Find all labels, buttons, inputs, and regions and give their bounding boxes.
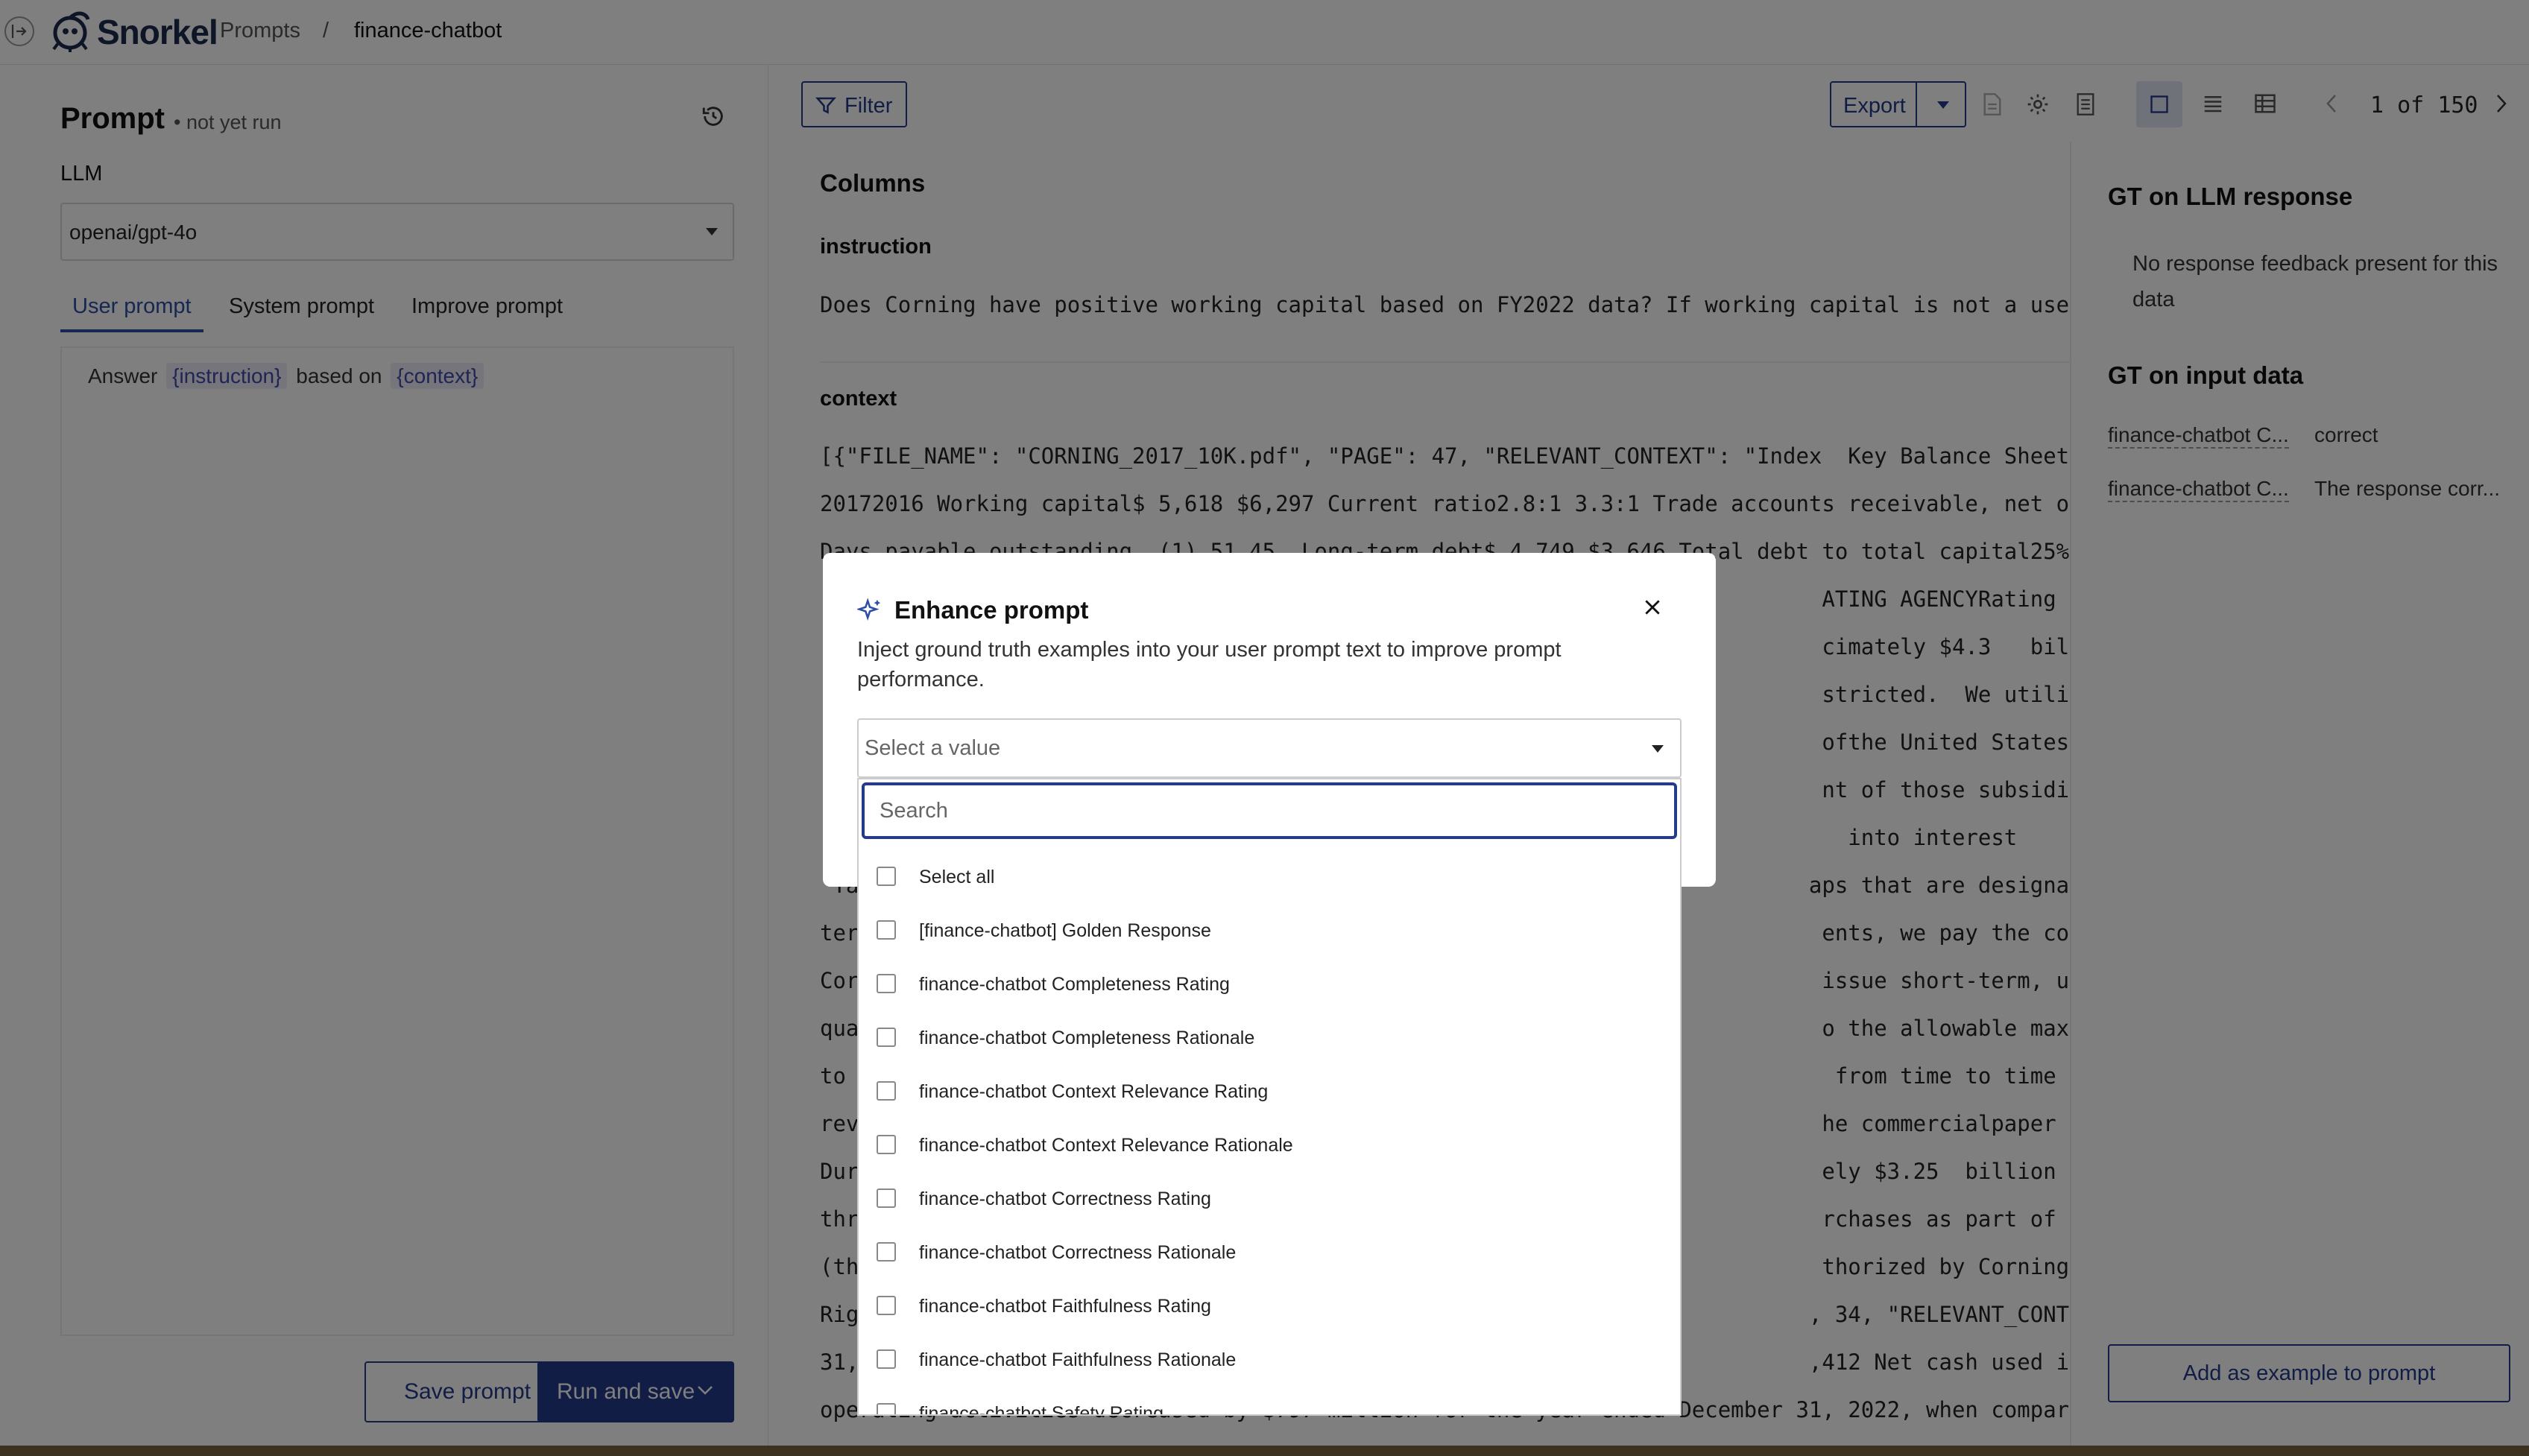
option-item[interactable]: finance-chatbot Correctness Rationale	[859, 1225, 1679, 1279]
option-item[interactable]: [finance-chatbot] Golden Response	[859, 903, 1679, 957]
option-item[interactable]: finance-chatbot Completeness Rationale	[859, 1010, 1679, 1064]
checkbox[interactable]	[877, 974, 896, 993]
option-label: finance-chatbot Context Relevance Ration…	[919, 1135, 1293, 1156]
checkbox[interactable]	[877, 920, 896, 940]
caret-down-icon	[1652, 745, 1664, 753]
close-icon[interactable]	[1643, 598, 1662, 617]
option-select-all[interactable]: Select all	[859, 849, 1679, 903]
checkbox[interactable]	[877, 1403, 896, 1414]
option-item[interactable]: finance-chatbot Safety Rating	[859, 1386, 1679, 1416]
checkbox[interactable]	[877, 1242, 896, 1262]
option-item[interactable]: finance-chatbot Context Relevance Ration…	[859, 1118, 1679, 1171]
option-label: finance-chatbot Completeness Rating	[919, 974, 1230, 995]
value-select[interactable]: Select a value	[857, 718, 1682, 778]
option-label: finance-chatbot Completeness Rationale	[919, 1028, 1255, 1048]
option-label: [finance-chatbot] Golden Response	[919, 920, 1211, 941]
option-item[interactable]: finance-chatbot Faithfulness Rating	[859, 1279, 1679, 1332]
checkbox[interactable]	[877, 1081, 896, 1101]
checkbox[interactable]	[877, 1188, 896, 1208]
option-label: finance-chatbot Context Relevance Rating	[919, 1081, 1269, 1102]
dialog-description: Inject ground truth examples into your u…	[857, 638, 1562, 691]
value-select-placeholder: Select a value	[865, 736, 1001, 760]
checkbox[interactable]	[877, 1135, 896, 1154]
option-item[interactable]: finance-chatbot Correctness Rating	[859, 1171, 1679, 1225]
option-label: finance-chatbot Correctness Rationale	[919, 1242, 1237, 1263]
background-strip	[0, 1446, 2529, 1456]
search-input[interactable]	[862, 782, 1677, 839]
option-label: finance-chatbot Safety Rating	[919, 1403, 1164, 1416]
option-item[interactable]: finance-chatbot Faithfulness Rationale	[859, 1332, 1679, 1386]
option-label: finance-chatbot Faithfulness Rating	[919, 1296, 1211, 1317]
option-label: finance-chatbot Faithfulness Rationale	[919, 1349, 1237, 1370]
option-label: finance-chatbot Correctness Rating	[919, 1188, 1211, 1209]
checkbox[interactable]	[877, 1028, 896, 1047]
option-label: Select all	[919, 867, 995, 887]
checkbox[interactable]	[877, 1349, 896, 1369]
value-dropdown-list: Select all [finance-chatbot] Golden Resp…	[857, 778, 1682, 1416]
option-item[interactable]: finance-chatbot Context Relevance Rating	[859, 1064, 1679, 1118]
checkbox[interactable]	[877, 1296, 896, 1315]
sparkle-icon	[857, 598, 881, 621]
option-item[interactable]: finance-chatbot Completeness Rating	[859, 957, 1679, 1010]
dialog-title: Enhance prompt	[894, 596, 1089, 624]
checkbox[interactable]	[877, 867, 896, 886]
